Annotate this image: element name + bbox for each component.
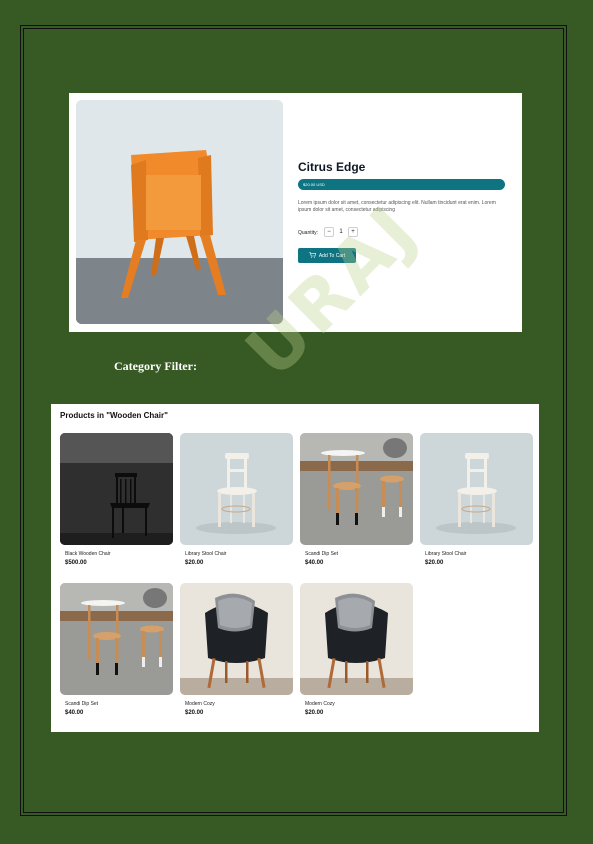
stool-table-set-image: [300, 433, 413, 545]
product-detail-card: Citrus Edge $20.00 USD Lorem ipsum dolor…: [69, 93, 522, 332]
quantity-stepper: − 1 +: [324, 226, 358, 238]
orange-chair-image: [76, 100, 283, 324]
add-to-cart-button[interactable]: Add To Cart: [298, 248, 356, 263]
product-tile[interactable]: Modern Cozy $20.00: [180, 583, 293, 716]
product-price: $500.00: [65, 560, 87, 566]
white-bistro-chair-image: [420, 433, 533, 545]
add-to-cart-label: Add To Cart: [318, 252, 346, 259]
cart-icon: [308, 251, 316, 260]
product-price: $20.00: [425, 560, 444, 566]
product-name: Black Wooden Chair: [65, 551, 111, 557]
product-price: $20.00: [305, 710, 324, 716]
white-bistro-chair-image: [180, 433, 293, 545]
category-filter-label: Category Filter:: [114, 359, 197, 373]
product-tile[interactable]: Black Wooden Chair $500.00: [60, 433, 173, 566]
product-name: Library Stool Chair: [425, 551, 467, 557]
product-title: Citrus Edge: [298, 160, 366, 174]
products-heading: Products in "Wooden Chair": [60, 411, 168, 420]
product-description: Lorem ipsum dolor sit amet, consectetur …: [298, 200, 496, 213]
increase-quantity-button[interactable]: +: [348, 227, 358, 237]
product-tile[interactable]: Library Stool Chair $20.00: [420, 433, 533, 566]
product-name: Modern Cozy: [305, 701, 335, 707]
quantity-value[interactable]: 1: [336, 229, 346, 235]
product-tile[interactable]: Scandi Dip Set $40.00: [300, 433, 413, 566]
product-tile[interactable]: Modern Cozy $20.00: [300, 583, 413, 716]
quantity-label: Quantity:: [298, 230, 319, 236]
product-name: Scandi Dip Set: [65, 701, 99, 707]
product-name: Scandi Dip Set: [305, 551, 339, 557]
black-lounge-chair-image: [180, 583, 293, 695]
product-tile[interactable]: Library Stool Chair $20.00: [180, 433, 293, 566]
product-name: Library Stool Chair: [185, 551, 227, 557]
product-tile[interactable]: Scandi Dip Set $40.00: [60, 583, 173, 716]
black-wooden-chair-image: [60, 433, 173, 545]
black-lounge-chair-image: [300, 583, 413, 695]
product-price: $20.00: [185, 560, 204, 566]
product-price: $40.00: [305, 560, 324, 566]
product-name: Modern Cozy: [185, 701, 215, 707]
stool-table-set-image: [60, 583, 173, 695]
price-badge: $20.00 USD: [298, 179, 505, 190]
product-price: $20.00: [185, 710, 204, 716]
product-price: $40.00: [65, 710, 84, 716]
products-panel: Products in "Wooden Chair" Black Wooden …: [51, 404, 539, 732]
decrease-quantity-button[interactable]: −: [324, 227, 334, 237]
